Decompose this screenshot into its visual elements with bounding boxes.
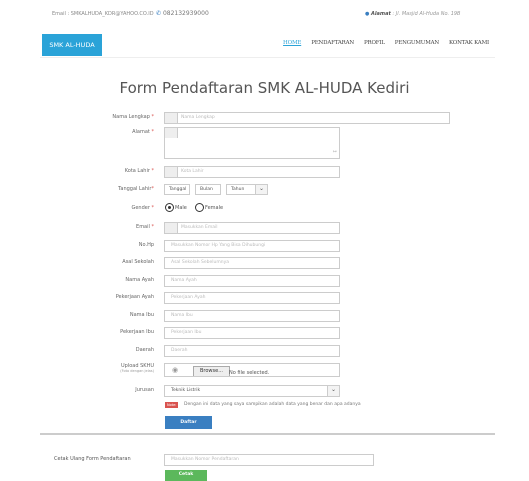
- row-jurusan: Jurusan Teknik Listrik ⌄: [0, 385, 529, 397]
- navbar-divider: [40, 57, 495, 58]
- nomor-pendaftaran-input[interactable]: Masukkan Nomor Pendaftaran: [164, 454, 374, 466]
- nav-item-kontak-kami[interactable]: KONTAK KAMI: [449, 40, 489, 46]
- chevron-down-icon: ⌄: [327, 386, 339, 396]
- gender-female-label: Female: [205, 204, 224, 211]
- note-badge: Note:: [165, 402, 179, 408]
- upload-file-input[interactable]: ◉ Browse... No file selected.: [164, 363, 340, 377]
- label-nama-ayah: Nama Ayah: [125, 277, 154, 283]
- tahun-select[interactable]: Tahun ⌄: [226, 184, 268, 195]
- row-kota-lahir: Kota Lahir * Kota Lahir: [0, 166, 529, 178]
- label-email: Email *: [136, 224, 154, 230]
- upload-sublabel: (Foto dengan jelas): [120, 369, 154, 373]
- label-nama-ibu: Nama Ibu: [129, 312, 154, 318]
- row-tanggal-lahir: Tanggal Lahir* Tanggal Bulan Tahun ⌄: [0, 184, 529, 196]
- resize-handle-icon[interactable]: ⇿: [333, 147, 337, 157]
- nohp-input[interactable]: Masukkan Nomor Hp Yang Bisa Dihubungi: [164, 240, 340, 252]
- top-info-bar: Email : SMKALHUDA_KDR@YAHOO.CO.ID ✆ 0821…: [0, 0, 529, 30]
- nav-item-pengumuman[interactable]: PENGUMUMAN: [395, 40, 439, 46]
- label-nama-lengkap: Nama Lengkap *: [112, 114, 154, 120]
- nama-ayah-input[interactable]: Nama Ayah: [164, 275, 340, 287]
- label-kota-lahir: Kota Lahir *: [124, 168, 154, 174]
- gender-female-radio[interactable]: Female: [195, 203, 223, 212]
- phone-icon: ✆: [156, 10, 162, 17]
- nav-item-pendaftaran[interactable]: PENDAFTARAN: [311, 40, 354, 46]
- note-text: Dengan ini data yang saya sampikan adala…: [184, 402, 361, 407]
- phone-number: 082132939000: [162, 10, 209, 17]
- address-label: Alamat: [370, 11, 391, 17]
- page-title: Form Pendaftaran SMK AL-HUDA Kediri: [119, 79, 410, 97]
- row-nohp: No.Hp Masukkan Nomor Hp Yang Bisa Dihubu…: [0, 240, 529, 252]
- row-asal-sekolah: Asal Sekolah Asal Sekolah Sebelumnya: [0, 257, 529, 269]
- label-asal-sekolah: Asal Sekolah: [122, 259, 154, 265]
- daerah-input[interactable]: Daerah: [164, 345, 340, 357]
- row-nama-ibu: Nama Ibu Nama Ibu: [0, 310, 529, 322]
- upload-radio-icon: ◉: [172, 366, 179, 374]
- nav-item-profil[interactable]: PROFIL: [364, 40, 385, 46]
- bulan-select[interactable]: Bulan: [195, 184, 221, 195]
- label-pekerjaan-ibu: Pekerjaan Ibu: [120, 329, 154, 335]
- chevron-down-icon: ⌄: [255, 185, 267, 194]
- brand-logo[interactable]: SMK AL-HUDA: [42, 34, 102, 56]
- nama-lengkap-input[interactable]: Nama Lengkap: [164, 112, 450, 124]
- row-email: Email * Masukkan Email: [0, 222, 529, 234]
- gender-male-radio[interactable]: Male: [165, 203, 187, 212]
- nav-menu: HOME PENDAFTARAN PROFIL PENGUMUMAN KONTA…: [283, 40, 489, 46]
- address-value: : Jl. Masjid Al-Huda No. 19B: [392, 11, 461, 17]
- row-daerah: Daerah Daerah: [0, 345, 529, 357]
- pekerjaan-ayah-input[interactable]: Pekerjaan Ayah: [164, 292, 340, 304]
- row-nama-lengkap: Nama Lengkap * Nama Lengkap: [0, 112, 529, 124]
- cetak-button[interactable]: Cetak: [165, 470, 207, 481]
- section-divider: [40, 433, 495, 435]
- row-upload-skhu: Upload SKHU (Foto dengan jelas) ◉ Browse.…: [0, 363, 529, 377]
- row-pekerjaan-ayah: Pekerjaan Ayah Pekerjaan Ayah: [0, 292, 529, 304]
- asal-sekolah-input[interactable]: Asal Sekolah Sebelumnya: [164, 257, 340, 269]
- row-nama-ayah: Nama Ayah Nama Ayah: [0, 275, 529, 287]
- row-gender: Gender * Male Female: [0, 203, 529, 215]
- contact-email: Email : SMKALHUDA_KDR@YAHOO.CO.ID: [52, 11, 154, 17]
- row-pekerjaan-ibu: Pekerjaan Ibu Pekerjaan Ibu: [0, 327, 529, 339]
- radio-checked-icon: [165, 203, 174, 212]
- contact-phone: ✆ 082132939000: [156, 10, 209, 17]
- label-jurusan: Jurusan: [135, 387, 154, 393]
- nama-ibu-input[interactable]: Nama Ibu: [164, 310, 340, 322]
- pekerjaan-ibu-input[interactable]: Pekerjaan Ibu: [164, 327, 340, 339]
- alamat-textarea[interactable]: ⇿: [164, 127, 340, 159]
- label-pekerjaan-ayah: Pekerjaan Ayah: [115, 294, 154, 300]
- browse-button[interactable]: Browse...: [193, 366, 230, 376]
- label-upload-skhu: Upload SKHU (Foto dengan jelas): [120, 363, 154, 373]
- row-notice: Note: Dengan ini data yang saya sampikan…: [0, 402, 529, 414]
- gender-male-label: Male: [175, 204, 187, 211]
- row-alamat: Alamat * ⇿: [0, 127, 529, 159]
- nav-item-home[interactable]: HOME: [283, 40, 301, 46]
- daftar-button[interactable]: Daftar: [165, 416, 212, 429]
- radio-unchecked-icon: [195, 203, 204, 212]
- navbar: SMK AL-HUDA HOME PENDAFTARAN PROFIL PENG…: [40, 34, 495, 56]
- label-daerah: Daerah: [135, 347, 154, 353]
- label-gender: Gender *: [131, 205, 154, 211]
- label-nohp: No.Hp: [138, 242, 154, 248]
- tanggal-select[interactable]: Tanggal: [164, 184, 190, 195]
- label-alamat: Alamat *: [132, 129, 154, 135]
- kota-lahir-input[interactable]: Kota Lahir: [164, 166, 340, 178]
- file-status: No file selected.: [229, 370, 270, 376]
- cetak-label: Cetak Ulang Form Pendaftaran: [54, 456, 131, 462]
- map-marker-icon: ●: [365, 11, 370, 17]
- jurusan-select[interactable]: Teknik Listrik ⌄: [164, 385, 340, 397]
- contact-address: ● Alamat : Jl. Masjid Al-Huda No. 19B: [365, 11, 460, 17]
- label-tanggal-lahir: Tanggal Lahir*: [118, 186, 154, 192]
- email-input[interactable]: Masukkan Email: [164, 222, 340, 234]
